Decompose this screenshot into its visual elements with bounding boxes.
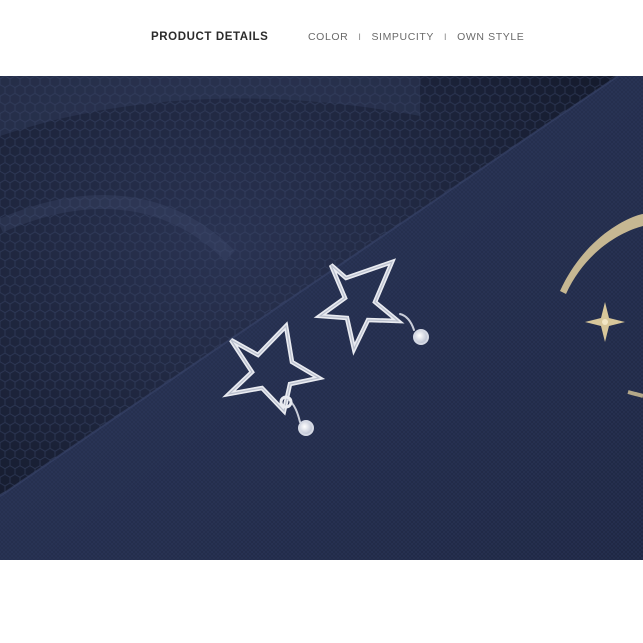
gem-left — [298, 420, 314, 436]
feature-tags: COLOR I SIMPUCITY I OWN STYLE — [308, 31, 524, 43]
product-photo-illustration — [0, 76, 643, 560]
tag-simplicity: SIMPUCITY — [371, 31, 435, 43]
product-photo — [0, 76, 643, 560]
page-header: PRODUCT DETAILS COLOR I SIMPUCITY I OWN … — [0, 0, 643, 76]
tag-separator: I — [358, 32, 362, 42]
tag-color: COLOR — [308, 31, 349, 43]
gem-right — [413, 329, 429, 345]
tag-separator: I — [444, 32, 448, 42]
page-footer — [0, 560, 643, 643]
section-title: PRODUCT DETAILS — [151, 31, 269, 43]
tag-own-style: OWN STYLE — [457, 31, 525, 43]
